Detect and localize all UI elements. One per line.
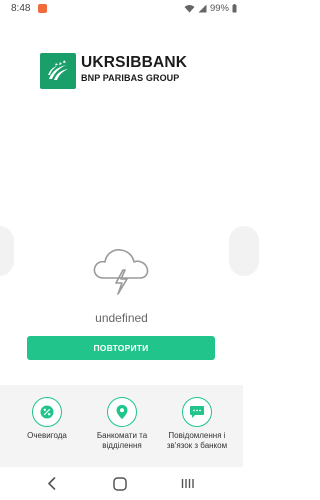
quick-link-messages[interactable]: Повідомлення і зв'язок з банком	[157, 397, 237, 451]
error-message: undefined	[95, 311, 148, 325]
notification-icon	[38, 4, 47, 13]
bank-logo: UKRSIBBANK BNP PARIBAS GROUP	[40, 53, 203, 91]
prev-arrow[interactable]	[0, 226, 14, 276]
status-bar: 8:48 99%	[0, 0, 243, 18]
quick-link-label: Повідомлення і зв'язок з банком	[166, 431, 228, 450]
bank-name: UKRSIBBANK	[81, 54, 188, 71]
retry-button[interactable]: ПОВТОРИТИ	[27, 336, 215, 360]
wifi-icon	[184, 5, 195, 13]
percent-icon	[32, 397, 62, 427]
cloud-lightning-icon	[93, 249, 149, 295]
status-time: 8:48	[11, 3, 31, 14]
navigation-bar	[0, 467, 243, 500]
next-arrow[interactable]	[229, 226, 259, 276]
home-icon[interactable]	[113, 477, 127, 491]
back-icon[interactable]	[47, 477, 57, 490]
quick-link-discounts[interactable]: Очевигода	[7, 397, 87, 441]
battery-icon	[232, 4, 237, 13]
chat-icon	[182, 397, 212, 427]
bank-subtitle: BNP PARIBAS GROUP	[81, 73, 180, 83]
logo-mark-icon	[40, 53, 76, 89]
status-icons: 99%	[184, 3, 237, 14]
quick-link-label: Банкомати та відділення	[96, 431, 148, 450]
quick-link-label: Очевигода	[27, 431, 67, 440]
quick-links-panel: Очевигода Банкомати та відділення Повідо…	[0, 385, 243, 467]
battery-percent: 99%	[209, 3, 229, 14]
signal-icon	[198, 4, 207, 13]
recents-icon[interactable]	[181, 477, 195, 490]
quick-link-atms[interactable]: Банкомати та відділення	[82, 397, 162, 451]
location-pin-icon	[107, 397, 137, 427]
